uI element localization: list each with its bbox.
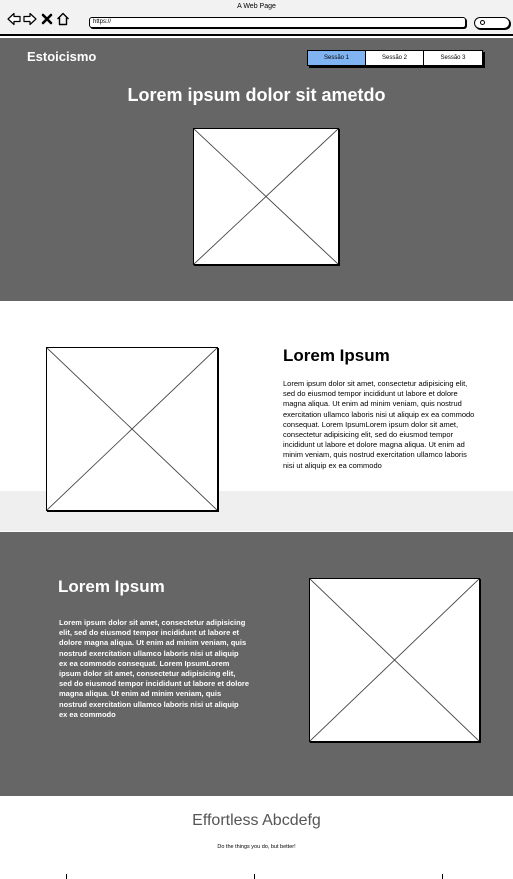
hero-image-placeholder [193,128,339,265]
back-arrow-icon[interactable] [7,12,21,26]
section-two-image-placeholder [309,578,480,742]
footer-divider [254,874,255,879]
search-button[interactable] [474,17,510,29]
window-title: A Web Page [237,3,276,10]
tab-sessao-2[interactable]: Sessão 2 [366,51,424,65]
search-icon [480,20,485,25]
section-two-title: Lorem Ipsum [58,577,165,596]
forward-arrow-icon[interactable] [23,12,37,26]
tab-sessao-3[interactable]: Sessão 3 [424,51,482,65]
footer-divider [442,874,443,879]
home-icon[interactable] [56,12,70,26]
section-two-paragraph: Lorem ipsum dolor sit amet, consectetur … [59,618,250,719]
tab-sessao-1[interactable]: Sessão 1 [308,51,366,65]
section-one-image-placeholder [46,347,218,511]
section-one-paragraph: Lorem ipsum dolor sit amet, consectetur … [283,379,475,470]
footer-divider [66,874,67,879]
browser-toolbar: A Web Page https:// [0,0,513,36]
brand-title[interactable]: Estoicismo [27,49,96,64]
footer-title: Effortless Abcdefg [192,812,321,829]
url-input[interactable]: https:// [89,17,466,28]
close-icon[interactable] [40,12,54,26]
section-tabs: Sessão 1 Sessão 2 Sessão 3 [307,50,483,66]
hero-title: Lorem ipsum dolor sit ametdo [127,85,386,105]
footer-subtitle: Do the things you do, but better! [217,844,296,850]
section-one-title: Lorem Ipsum [283,346,390,365]
